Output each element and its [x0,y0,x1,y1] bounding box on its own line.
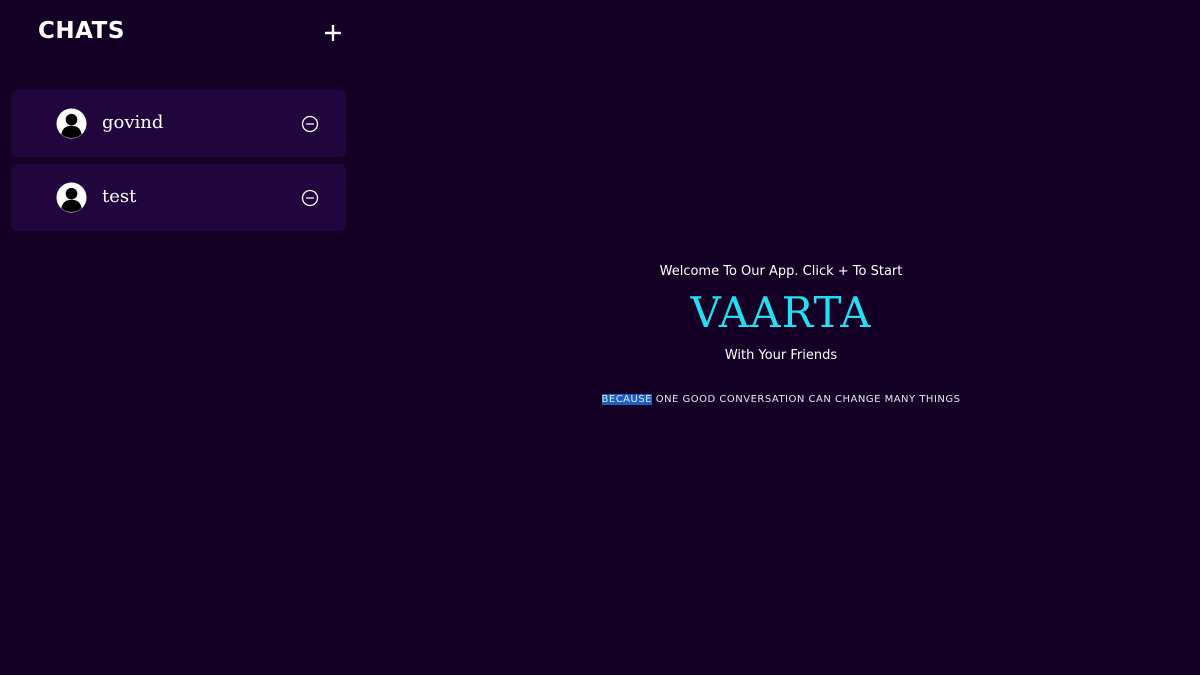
user-avatar-icon [56,182,87,213]
sidebar: CHATS govind test [0,0,360,675]
chat-item-test[interactable]: test [11,164,346,231]
minus-circle-icon[interactable] [301,115,319,133]
sidebar-header: CHATS [38,16,348,56]
chat-item-govind[interactable]: govind [11,90,346,157]
welcome-text: Welcome To Our App. Click + To Start [659,264,903,279]
chat-list: govind test [11,90,346,238]
brand-title: VAARTA [690,288,872,337]
sidebar-title: CHATS [38,18,125,44]
tagline-selected-text: BECAUSE [601,394,653,405]
minus-circle-icon[interactable] [301,189,319,207]
tagline-text: ONE GOOD CONVERSATION CAN CHANGE MANY TH… [652,394,961,405]
welcome-subtext: With Your Friends [724,348,838,363]
chat-name: govind [102,112,164,133]
welcome-panel: Welcome To Our App. Click + To Start VAA… [560,262,1002,407]
tagline: BECAUSE ONE GOOD CONVERSATION CAN CHANGE… [560,393,1002,407]
user-avatar-icon [56,108,87,139]
add-chat-button[interactable] [320,20,346,46]
chat-name: test [102,186,137,207]
plus-icon [325,25,341,41]
app-root: CHATS govind test Welcome To Our App. Cl… [0,0,1200,675]
